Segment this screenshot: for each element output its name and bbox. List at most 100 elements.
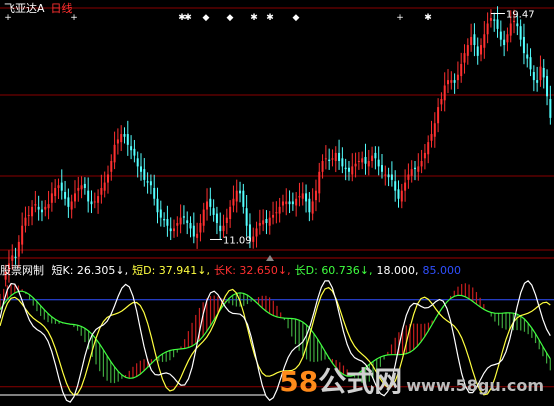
- candle-body: [427, 142, 430, 155]
- candle-body: [166, 218, 169, 226]
- candle-body: [50, 193, 53, 203]
- candle-body: [159, 209, 162, 218]
- candle-body: [146, 181, 149, 183]
- candle-body: [522, 36, 525, 54]
- candle-body: [447, 80, 450, 85]
- candle-body: [113, 144, 116, 163]
- candle-body: [400, 190, 403, 202]
- candle-body: [126, 134, 129, 145]
- candle-body: [466, 45, 469, 56]
- candle-body: [473, 34, 476, 46]
- indicator-item: 长D: 60.736↓,: [294, 264, 373, 277]
- candle-body: [258, 223, 261, 226]
- top-marker: ◆: [293, 13, 300, 23]
- candle-body: [103, 182, 106, 191]
- candle-body: [67, 197, 70, 207]
- candle-body: [430, 134, 433, 141]
- candle-body: [394, 181, 397, 191]
- candle-body: [456, 74, 459, 81]
- candle-body: [149, 181, 152, 186]
- candle-body: [433, 123, 436, 137]
- candle-body: [106, 174, 109, 183]
- top-marker: ◆: [227, 13, 234, 23]
- candle-body: [54, 187, 57, 197]
- candle-body: [367, 161, 370, 167]
- candle-body: [417, 166, 420, 172]
- watermark-text: 公式网: [318, 365, 403, 398]
- candle-body: [17, 241, 20, 257]
- candle-body: [334, 152, 337, 162]
- candle-body: [110, 161, 113, 172]
- candle-body: [357, 161, 360, 163]
- candle-body: [281, 201, 284, 206]
- candle-body: [176, 223, 179, 226]
- candle-body: [440, 98, 443, 105]
- candle-body: [179, 217, 182, 225]
- candle-body: [239, 190, 242, 194]
- candle-body: [140, 166, 142, 172]
- candle-body: [374, 152, 377, 159]
- top-marker: ✱: [266, 13, 274, 23]
- indicator-item: 长K: 32.650↓,: [214, 264, 291, 277]
- candle-body: [410, 169, 413, 176]
- candle-body: [529, 57, 532, 70]
- candle-body: [120, 134, 123, 143]
- candle-body: [499, 31, 502, 40]
- candle-body: [64, 192, 67, 199]
- candle-body: [397, 189, 400, 199]
- indicator-header: 股票网制 短K: 26.305↓, 短D: 37.941↓, 长K: 32.650↓…: [0, 262, 465, 278]
- candle-body: [486, 23, 489, 35]
- watermark-site: www.58gu.com: [406, 376, 544, 395]
- candle-body: [324, 158, 327, 160]
- candle-body: [215, 213, 218, 224]
- candle-body: [209, 198, 212, 207]
- candle-body: [509, 23, 512, 36]
- candle-body: [483, 34, 486, 48]
- candle-body: [536, 80, 539, 83]
- candle-body: [308, 198, 311, 213]
- candle-body: [97, 196, 100, 203]
- candle-body: [34, 204, 37, 206]
- candle-body: [288, 201, 291, 205]
- chart-title: 飞亚达A 日线: [4, 0, 73, 16]
- candle-body: [169, 228, 172, 232]
- candle-body: [242, 190, 245, 207]
- candle-body: [354, 163, 357, 167]
- candle-body: [311, 201, 314, 214]
- candle-body: [371, 155, 374, 162]
- indicator-item: 18.000,: [376, 264, 419, 277]
- candle-body: [496, 19, 499, 29]
- watermark-num: 58: [279, 365, 319, 398]
- candle-body: [480, 45, 483, 55]
- candle-body: [57, 185, 60, 188]
- period-label: 日线: [50, 2, 73, 15]
- candle-body: [199, 223, 202, 233]
- candle-body: [298, 196, 301, 198]
- candle-body: [503, 39, 506, 46]
- indicator-item: 85.000: [422, 264, 462, 277]
- candle-body: [73, 193, 76, 202]
- candle-body: [156, 198, 159, 213]
- candle-body: [321, 161, 324, 172]
- candle-body: [278, 206, 281, 214]
- candle-body: [331, 158, 334, 160]
- candle-body: [549, 98, 552, 118]
- stock-name: 飞亚达A: [4, 2, 45, 15]
- candle-body: [420, 161, 423, 167]
- candle-body: [344, 167, 347, 170]
- top-marker: ✱: [184, 13, 192, 23]
- candle-body: [232, 198, 235, 206]
- top-marker: ✱: [250, 13, 258, 23]
- candle-body: [100, 187, 103, 195]
- candle-body: [24, 217, 27, 226]
- chart-canvas[interactable]: + + ✱✱ ◆ ◆ ✱ ✱ ◆ + ✱ 19.4711.09: [0, 0, 554, 406]
- candle-body: [519, 26, 522, 40]
- candle-body: [235, 190, 238, 202]
- candle-body: [463, 53, 466, 63]
- candle-body: [489, 18, 492, 21]
- candle-body: [513, 20, 516, 23]
- candle-body: [314, 190, 317, 201]
- candle-body: [130, 146, 133, 151]
- high-price-label: 19.47: [506, 10, 535, 21]
- candle-body: [80, 185, 83, 190]
